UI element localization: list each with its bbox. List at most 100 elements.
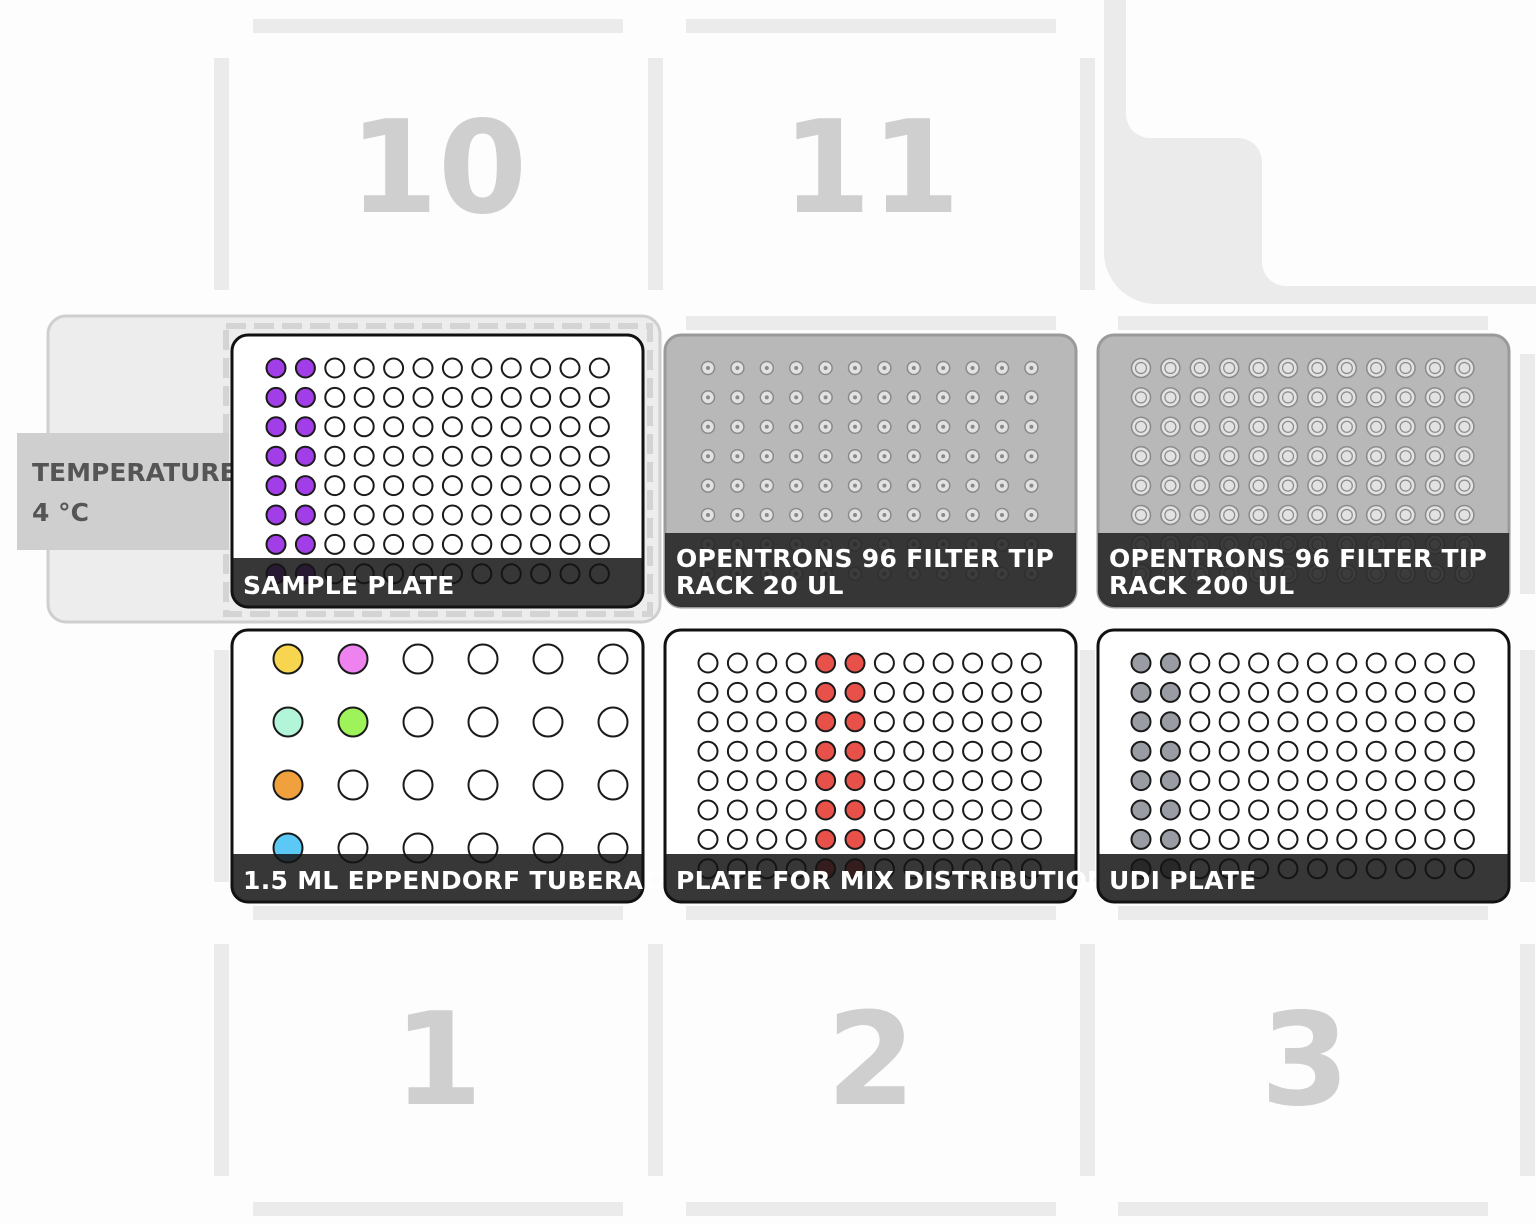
well-F5 <box>383 504 405 526</box>
well-C9 <box>500 416 522 438</box>
tip-F11 <box>1424 504 1446 526</box>
well-E4 <box>785 770 807 792</box>
labware-udi-plate[interactable]: UDI PLATE <box>1096 628 1511 904</box>
well-E8 <box>903 770 925 792</box>
well-F2 <box>726 799 748 821</box>
well-A12 <box>588 357 610 379</box>
tip-F4 <box>1218 504 1240 526</box>
well-A11 <box>991 652 1013 674</box>
well-A8 <box>1336 652 1358 674</box>
tip-F3 <box>1189 504 1211 526</box>
well-C7 <box>441 416 463 438</box>
tip-D6 <box>847 448 863 464</box>
well-A7 <box>873 652 895 674</box>
well-B9 <box>500 386 522 408</box>
well-E11 <box>559 475 581 497</box>
well-F3 <box>756 799 778 821</box>
tip-A9 <box>1365 357 1387 379</box>
well-B7 <box>441 386 463 408</box>
well-B12 <box>1020 681 1042 703</box>
well-E4 <box>353 475 375 497</box>
labware-label-tip-rack-20-line2: RACK 20 UL <box>676 571 844 600</box>
tip-D7 <box>877 448 892 464</box>
well-D4 <box>1218 740 1240 762</box>
tip-C8 <box>906 419 922 435</box>
well-C10 <box>530 416 552 438</box>
tip-E6 <box>847 478 863 493</box>
labware-mix-plate[interactable]: PLATE FOR MIX DISTRIBUTION <box>663 628 1108 904</box>
well-E1 <box>1130 770 1152 792</box>
well-C4 <box>785 711 807 733</box>
well-A3 <box>1189 652 1211 674</box>
well-G12 <box>1020 828 1042 850</box>
tip-E3 <box>759 478 775 493</box>
well-E3 <box>324 475 346 497</box>
well-B10 <box>962 681 984 703</box>
tube-C4 <box>467 769 499 801</box>
well-C12 <box>1020 711 1042 733</box>
tip-F6 <box>847 507 863 523</box>
well-A7 <box>441 357 463 379</box>
tip-E1 <box>700 478 716 493</box>
well-F9 <box>500 504 522 526</box>
labware-label-tip-rack-20-line1: OPENTRONS 96 FILTER TIP <box>676 544 1054 573</box>
tip-C1 <box>700 419 716 435</box>
well-C6 <box>412 416 434 438</box>
tip-F8 <box>1336 504 1358 526</box>
labware-tuberack[interactable]: 1.5 ML EPPENDORF TUBERACK <box>230 628 683 904</box>
tip-D2 <box>1160 445 1181 467</box>
tip-B8 <box>1336 387 1358 408</box>
tip-D9 <box>1365 445 1387 467</box>
well-D2 <box>294 445 316 467</box>
well-B8 <box>1336 681 1358 703</box>
tip-E10 <box>965 478 980 493</box>
well-E1 <box>265 475 287 497</box>
well-C12 <box>588 416 610 438</box>
tip-D12 <box>1024 448 1039 464</box>
well-A5 <box>1248 652 1270 674</box>
well-D6 <box>1277 740 1299 762</box>
tip-A12 <box>1024 360 1039 376</box>
well-D7 <box>873 740 895 762</box>
labware-tip-rack-200[interactable]: OPENTRONS 96 FILTER TIP RACK 200 UL <box>1096 333 1511 609</box>
well-D7 <box>441 445 463 467</box>
tip-F2 <box>730 507 745 523</box>
well-C3 <box>1189 711 1211 733</box>
well-D7 <box>1306 740 1328 762</box>
well-A4 <box>785 652 807 674</box>
tube-B5 <box>532 706 564 738</box>
tip-B2 <box>730 390 745 405</box>
well-E8 <box>1336 770 1358 792</box>
well-C5 <box>383 416 405 438</box>
well-A10 <box>1395 652 1417 674</box>
tube-B6 <box>597 706 629 738</box>
tip-C11 <box>994 419 1010 435</box>
tip-B9 <box>1365 387 1387 408</box>
tube-C1 <box>272 769 304 801</box>
labware-sample-plate[interactable]: SAMPLE PLATE <box>230 333 645 609</box>
tip-D1 <box>700 448 716 464</box>
well-E11 <box>1424 770 1446 792</box>
tip-B9 <box>935 390 951 405</box>
tip-A2 <box>1160 357 1181 379</box>
labware-label-sample-plate: SAMPLE PLATE <box>243 571 455 600</box>
well-B3 <box>1189 681 1211 703</box>
well-F2 <box>1159 799 1181 821</box>
tip-E9 <box>935 478 951 493</box>
slot-number-2: 2 <box>826 986 915 1135</box>
well-E10 <box>530 475 552 497</box>
tip-D11 <box>994 448 1010 464</box>
well-D10 <box>962 740 984 762</box>
tip-E11 <box>994 478 1010 493</box>
tip-E1 <box>1130 475 1152 496</box>
tip-A1 <box>700 360 716 376</box>
tip-C6 <box>847 419 863 435</box>
well-C9 <box>1365 711 1387 733</box>
labware-tip-rack-20[interactable]: OPENTRONS 96 FILTER TIP RACK 20 UL <box>663 333 1078 609</box>
tube-B4 <box>467 706 499 738</box>
well-F3 <box>1189 799 1211 821</box>
tip-E8 <box>1336 475 1358 496</box>
well-B9 <box>932 681 954 703</box>
tip-B7 <box>1307 387 1328 408</box>
well-A6 <box>844 652 866 674</box>
